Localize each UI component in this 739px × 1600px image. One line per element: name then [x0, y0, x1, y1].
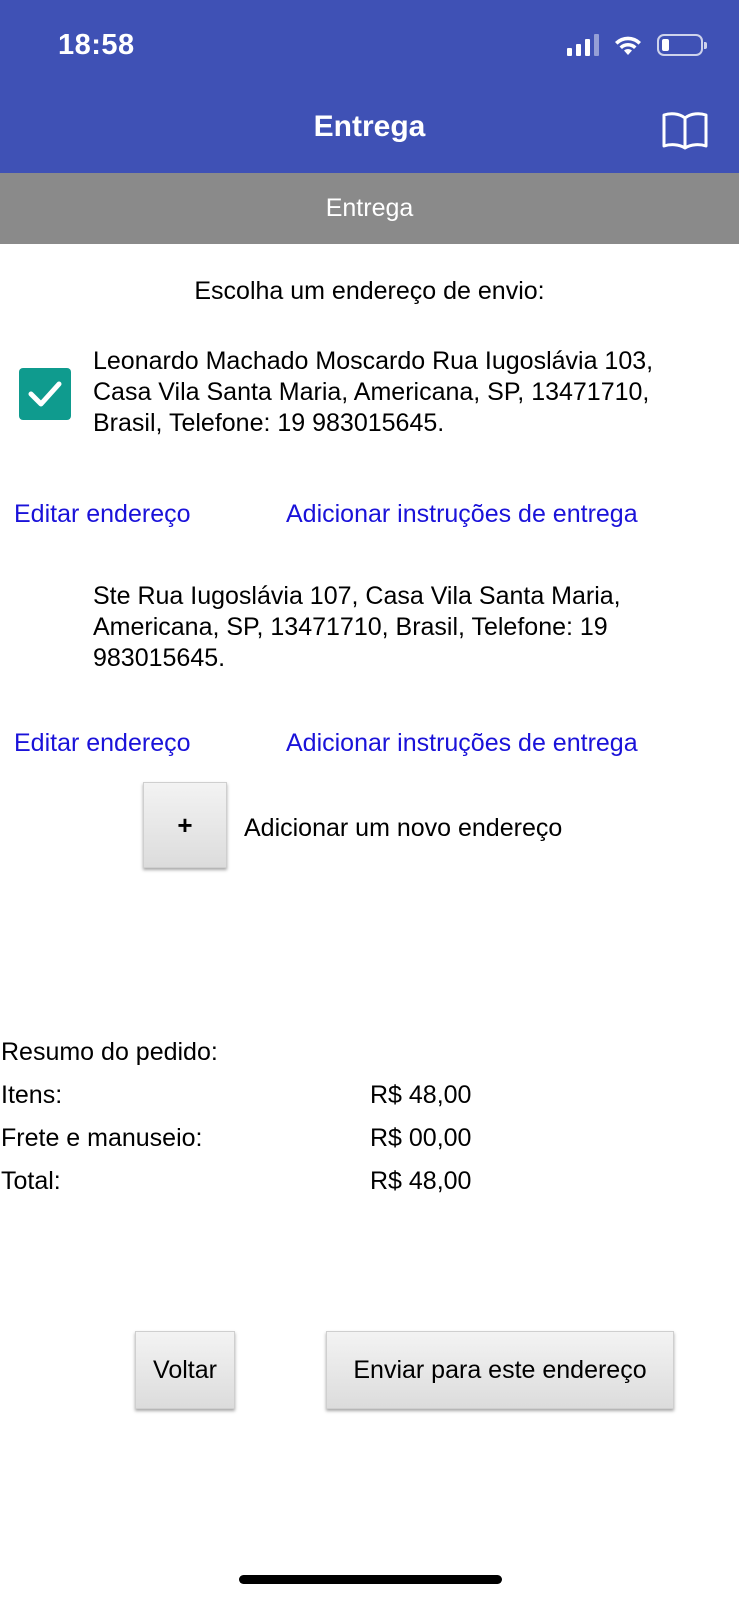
- summary-label: Total:: [1, 1167, 61, 1195]
- address-checkbox[interactable]: [19, 368, 71, 420]
- summary-value: R$ 48,00: [370, 1167, 472, 1195]
- checkmark-icon: [28, 381, 62, 407]
- add-address-label: Adicionar um novo endereço: [244, 814, 563, 842]
- address-prompt: Escolha um endereço de envio:: [194, 277, 545, 305]
- section-header: Entrega: [0, 173, 739, 244]
- add-delivery-instructions-link[interactable]: Adicionar instruções de entrega: [286, 500, 638, 529]
- app-header: 18:58 Entrega: [0, 0, 739, 173]
- edit-address-link[interactable]: Editar endereço: [14, 729, 191, 758]
- summary-label: Frete e manuseio:: [1, 1124, 203, 1152]
- address-option-2[interactable]: Ste Rua Iugoslávia 107, Casa Vila Santa …: [93, 581, 713, 674]
- cellular-signal-icon: [567, 34, 599, 56]
- section-title: Entrega: [325, 194, 414, 222]
- page-title: Entrega: [313, 110, 426, 143]
- summary-row-total: Total: R$ 48,00: [1, 1167, 501, 1196]
- edit-address-link[interactable]: Editar endereço: [14, 500, 191, 529]
- book-icon[interactable]: [661, 110, 709, 150]
- summary-label: Itens:: [1, 1081, 63, 1109]
- battery-icon: [657, 34, 707, 56]
- summary-row-shipping: Frete e manuseio: R$ 00,00: [1, 1124, 501, 1153]
- add-delivery-instructions-link[interactable]: Adicionar instruções de entrega: [286, 729, 638, 758]
- status-icons: [567, 34, 707, 56]
- address-option-1[interactable]: Leonardo Machado Moscardo Rua Iugoslávia…: [93, 346, 713, 439]
- summary-value: R$ 48,00: [370, 1081, 472, 1109]
- status-time: 18:58: [58, 29, 135, 61]
- add-address-button[interactable]: +: [143, 782, 227, 868]
- summary-row-items: Itens: R$ 48,00: [1, 1081, 501, 1110]
- summary-value: R$ 00,00: [370, 1124, 472, 1152]
- wifi-icon: [615, 36, 641, 55]
- home-indicator[interactable]: [239, 1575, 502, 1584]
- back-button[interactable]: Voltar: [135, 1331, 235, 1409]
- ship-to-address-button[interactable]: Enviar para este endereço: [326, 1331, 674, 1409]
- order-summary-title: Resumo do pedido:: [1, 1038, 218, 1066]
